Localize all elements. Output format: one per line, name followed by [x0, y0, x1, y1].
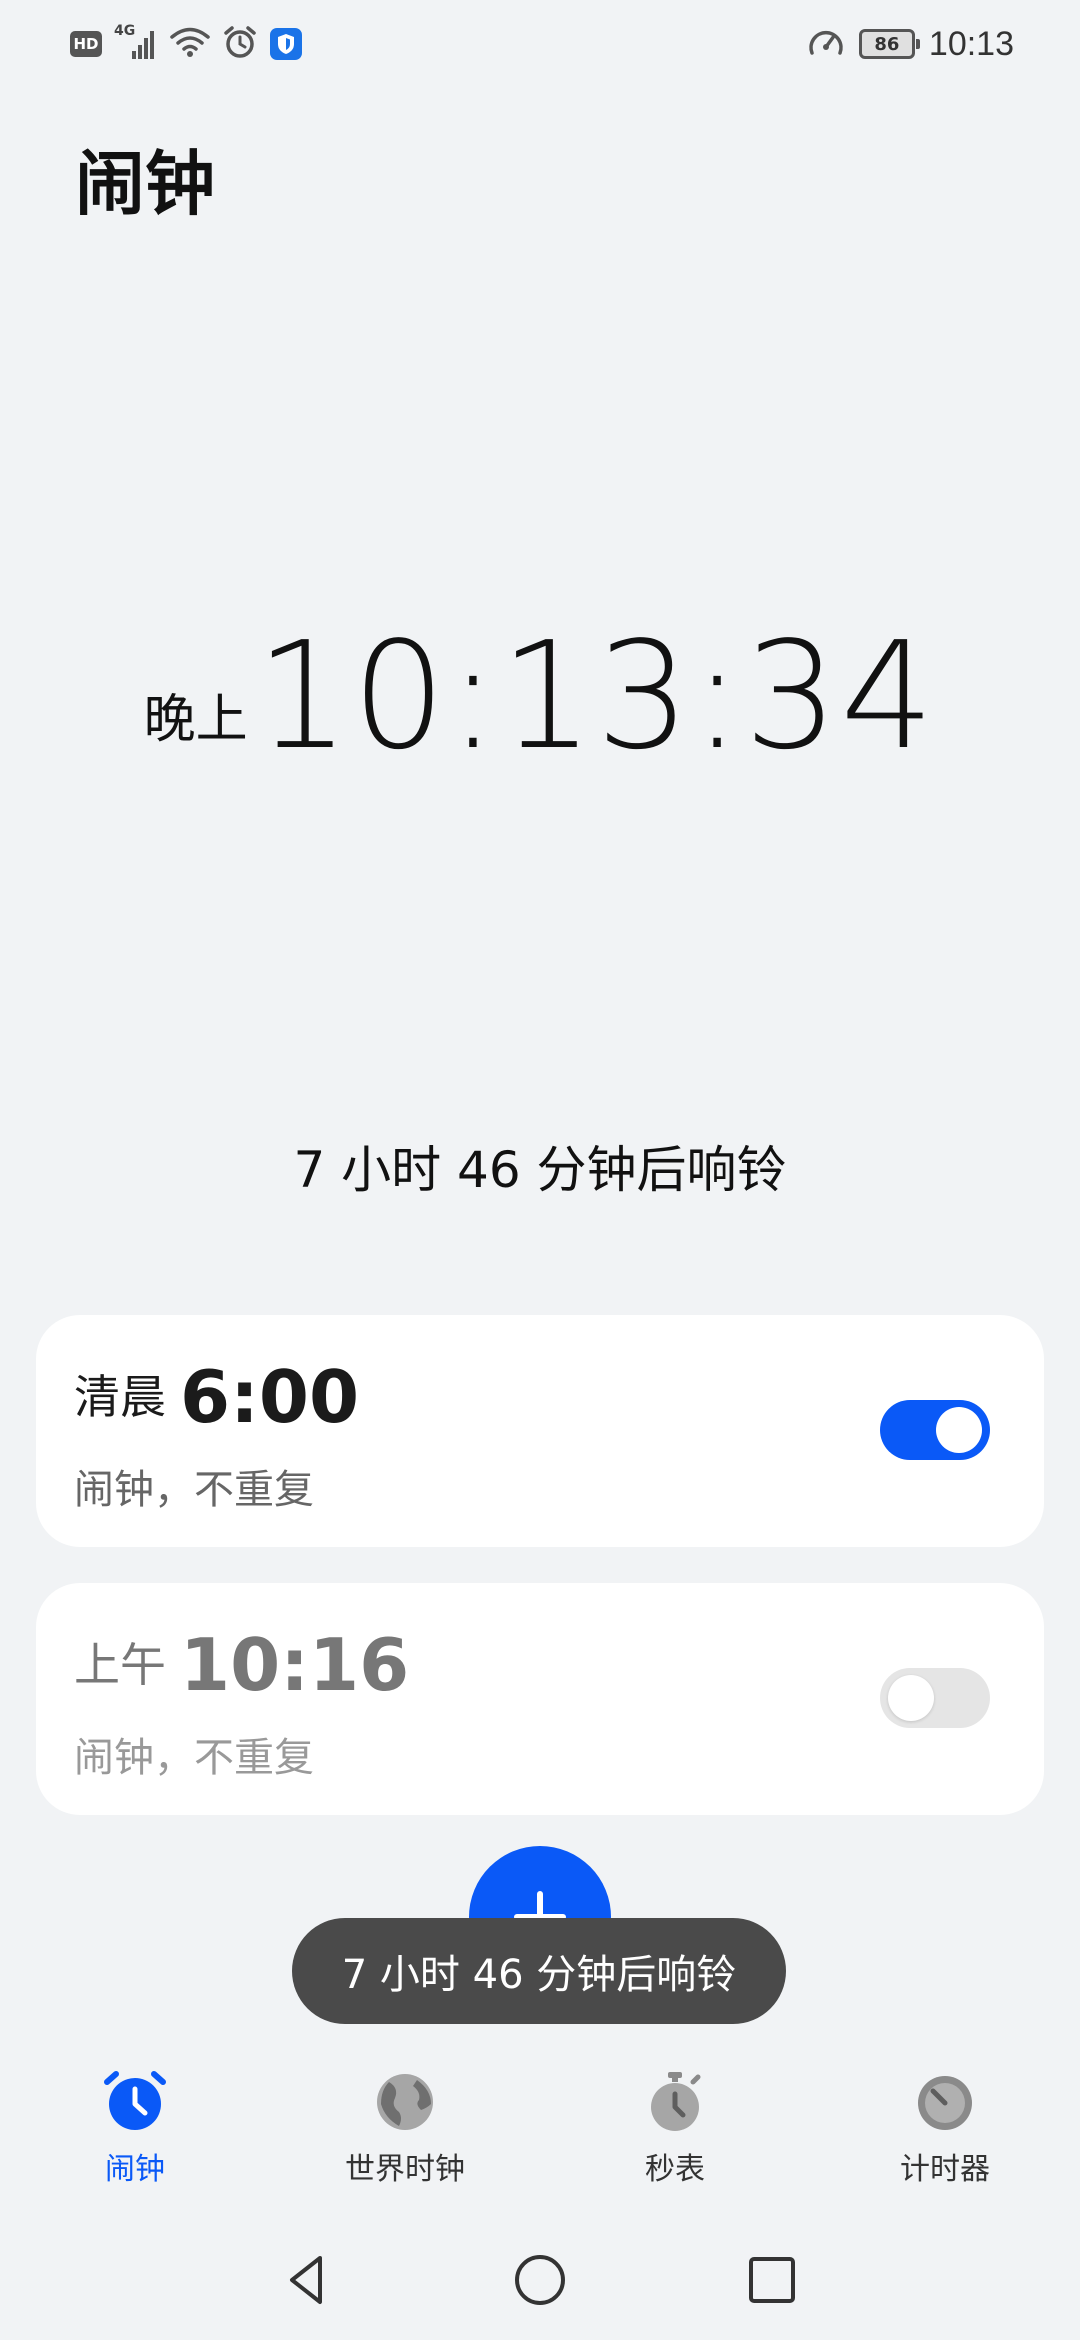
tab-label: 闹钟 [105, 2152, 165, 2187]
back-triangle-icon [290, 2256, 322, 2304]
home-circle-icon [515, 2255, 565, 2305]
alarm-time-group: 清晨 6:00 [74, 1361, 359, 1433]
alarm-description: 闹钟，不重复 [74, 1735, 314, 1781]
alarm-description: 闹钟，不重复 [74, 1467, 314, 1513]
hd-badge: HD [70, 31, 102, 57]
alarm-time: 6:00 [180, 1355, 360, 1439]
nav-recents-button[interactable] [742, 2250, 802, 2310]
toggle-knob [888, 1675, 934, 1721]
alarm-period: 上午 [74, 1638, 166, 1692]
alarm-card[interactable]: 清晨 6:00 闹钟，不重复 [36, 1315, 1044, 1547]
timer-icon [918, 2076, 972, 2130]
tab-label: 世界时钟 [345, 2152, 465, 2187]
status-icons-left: HD 4G [70, 23, 302, 64]
clock-time: 10:13:34 [255, 610, 937, 782]
alarm-time-group: 上午 10:16 [74, 1629, 409, 1701]
tab-alarm[interactable]: 闹钟 [35, 2070, 235, 2188]
toggle-knob [936, 1407, 982, 1453]
bottom-tab-bar: 闹钟 世界时钟 秒表 计时器 [0, 2070, 1080, 2210]
nav-back-button[interactable] [278, 2250, 338, 2310]
alarm-toggle[interactable] [880, 1668, 990, 1728]
recents-square-icon [749, 2257, 795, 2303]
current-clock: 晚上 10:13:34 [0, 610, 1080, 770]
clock-period: 晚上 [143, 690, 248, 750]
tab-world-clock[interactable]: 世界时钟 [305, 2070, 505, 2188]
tab-stopwatch[interactable]: 秒表 [575, 2070, 775, 2188]
system-nav-bar [0, 2245, 1080, 2315]
nav-home-button[interactable] [510, 2250, 570, 2310]
tab-label: 秒表 [645, 2152, 705, 2187]
status-bar: HD 4G 86 10:13 [0, 0, 1080, 90]
alarm-period: 清晨 [74, 1370, 166, 1424]
tab-timer[interactable]: 计时器 [845, 2070, 1045, 2188]
globe-icon [377, 2074, 433, 2130]
alarm-clock-icon [104, 2071, 166, 2130]
shield-icon [270, 28, 302, 60]
tab-label: 计时器 [900, 2152, 990, 2187]
page-title: 闹钟 [75, 143, 215, 225]
status-icons-right: 86 10:13 [807, 24, 1014, 64]
speed-icon [807, 25, 845, 63]
next-alarm-countdown: 7 小时 46 分钟后响铃 [293, 1141, 787, 1199]
status-time: 10:13 [928, 24, 1014, 63]
alarm-time: 10:16 [180, 1623, 410, 1707]
signal-icon: 4G [114, 23, 158, 61]
alarm-card[interactable]: 上午 10:16 闹钟，不重复 [36, 1583, 1044, 1815]
wifi-icon [170, 26, 210, 62]
alarm-toggle[interactable] [880, 1400, 990, 1460]
stopwatch-icon [651, 2072, 701, 2131]
battery-indicator: 86 [858, 29, 920, 59]
alarm-status-icon [222, 25, 258, 63]
toast-message: 7 小时 46 分钟后响铃 [292, 1918, 786, 2024]
